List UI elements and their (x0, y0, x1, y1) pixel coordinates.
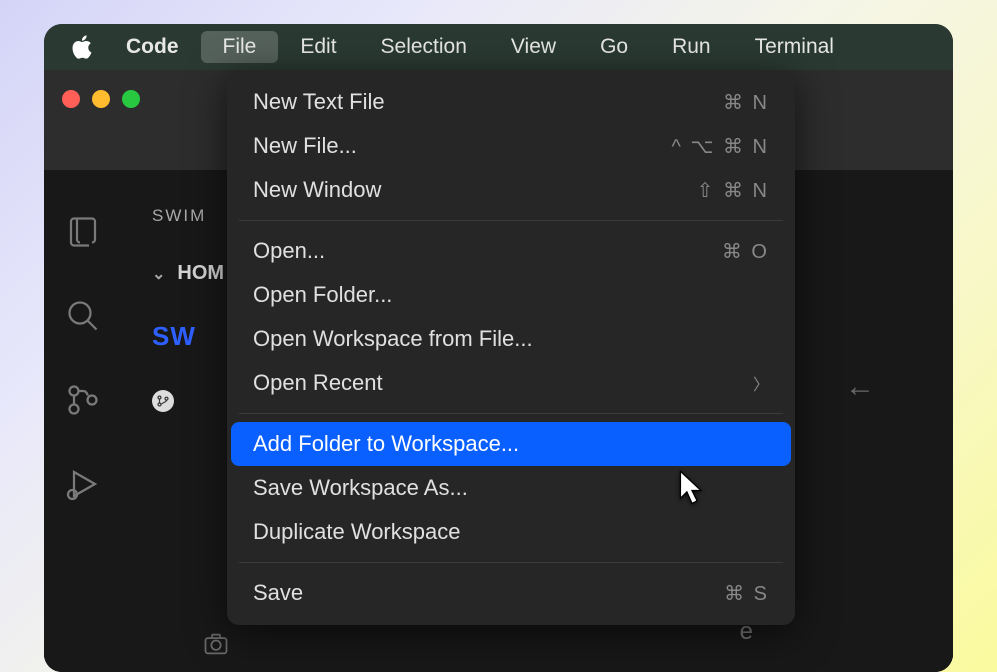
traffic-lights (62, 90, 140, 108)
menu-separator (239, 220, 783, 221)
menu-terminal[interactable]: Terminal (733, 31, 856, 63)
menu-item-label: Open Workspace from File... (253, 326, 533, 352)
menu-item-label: Open Folder... (253, 282, 392, 308)
menu-open-folder[interactable]: Open Folder... (227, 273, 795, 317)
menu-item-label: Save (253, 580, 303, 606)
close-window-button[interactable] (62, 90, 80, 108)
chevron-right-icon: 〉 (753, 371, 769, 395)
menu-item-shortcut: ^ ⌥ ⌘ N (671, 134, 769, 159)
menu-item-shortcut: ⌘ O (722, 239, 769, 264)
menubar: Code File Edit Selection View Go Run Ter… (44, 24, 953, 70)
source-control-icon[interactable] (65, 382, 101, 418)
menu-separator (239, 413, 783, 414)
minimize-window-button[interactable] (92, 90, 110, 108)
apple-logo-icon[interactable] (68, 33, 96, 61)
menu-go[interactable]: Go (578, 31, 650, 63)
menu-item-label: New Window (253, 177, 381, 203)
menu-app-name[interactable]: Code (116, 31, 201, 63)
menu-item-label: Save Workspace As... (253, 475, 468, 501)
folder-name: HOM (177, 262, 224, 285)
menu-duplicate-workspace[interactable]: Duplicate Workspace (227, 510, 795, 554)
menu-item-label: New File... (253, 133, 357, 159)
menu-item-label: Open Recent (253, 370, 383, 396)
menu-item-label: Add Folder to Workspace... (253, 431, 519, 457)
maximize-window-button[interactable] (122, 90, 140, 108)
run-debug-icon[interactable] (65, 466, 101, 502)
menu-view[interactable]: View (489, 31, 578, 63)
menu-item-shortcut: ⇧ ⌘ N (697, 178, 769, 203)
menu-edit[interactable]: Edit (278, 31, 358, 63)
menu-save-workspace-as[interactable]: Save Workspace As... (227, 466, 795, 510)
menu-item-label: New Text File (253, 89, 385, 115)
git-branch-icon (152, 390, 174, 412)
menu-save[interactable]: Save ⌘ S (227, 571, 795, 615)
menu-item-shortcut: ⌘ S (724, 581, 769, 606)
menu-selection[interactable]: Selection (359, 31, 489, 63)
chevron-down-icon: ⌄ (152, 264, 165, 284)
back-arrow-icon[interactable]: ← (845, 370, 875, 404)
menu-file[interactable]: File (201, 31, 279, 63)
menu-new-window[interactable]: New Window ⇧ ⌘ N (227, 168, 795, 212)
menu-open-recent[interactable]: Open Recent 〉 (227, 361, 795, 405)
file-dropdown-menu: New Text File ⌘ N New File... ^ ⌥ ⌘ N Ne… (227, 70, 795, 625)
activity-bar (44, 170, 122, 672)
menu-item-shortcut: ⌘ N (723, 90, 769, 115)
search-icon[interactable] (65, 298, 101, 334)
menu-new-file[interactable]: New File... ^ ⌥ ⌘ N (227, 124, 795, 168)
menu-separator (239, 562, 783, 563)
menu-item-label: Open... (253, 238, 325, 264)
menu-new-text-file[interactable]: New Text File ⌘ N (227, 80, 795, 124)
menu-run[interactable]: Run (650, 31, 733, 63)
menu-item-label: Duplicate Workspace (253, 519, 460, 545)
menu-add-folder-to-workspace[interactable]: Add Folder to Workspace... (231, 422, 791, 466)
explorer-icon[interactable] (65, 214, 101, 250)
menu-open[interactable]: Open... ⌘ O (227, 229, 795, 273)
menu-open-workspace-from-file[interactable]: Open Workspace from File... (227, 317, 795, 361)
camera-icon[interactable] (202, 630, 230, 658)
